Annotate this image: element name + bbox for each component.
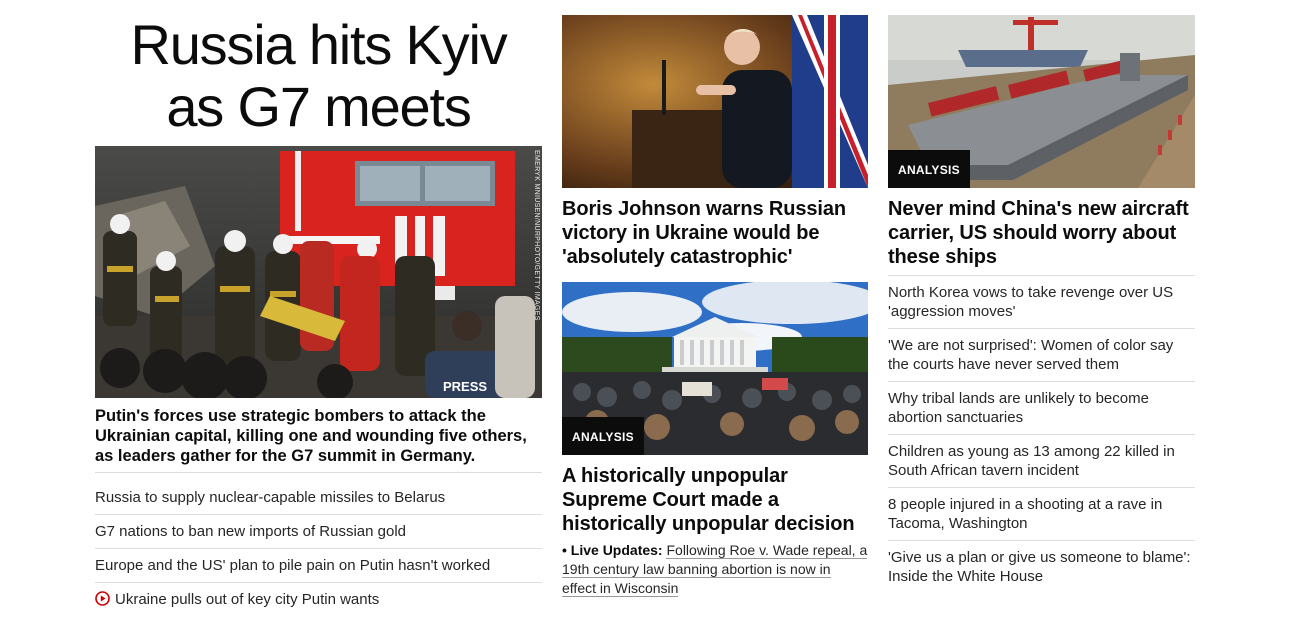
supreme-court-card: ANALYSIS A historically unpopular Suprem… [562,282,868,598]
photo-credit: EMERYK MNIUSEN/NURPHOTO/GETTY IMAGES [533,150,540,321]
aircraft-carrier-photo[interactable]: ANALYSIS [888,15,1195,188]
headline-link[interactable]: 8 people injured in a shooting at a rave… [888,488,1195,541]
live-updates-line[interactable]: • Live Updates: Following Roe v. Wade re… [562,541,868,598]
right-column: ANALYSIS Never mind China's new aircraft… [888,15,1195,593]
headline-link-text[interactable]: 8 people injured in a shooting at a rave… [888,496,1162,532]
aircraft-carrier-headline[interactable]: Never mind China's new aircraft carrier,… [888,197,1195,276]
lead-headline[interactable]: Russia hits Kyiv as G7 meets [95,14,542,146]
headline-link[interactable]: Why tribal lands are unlikely to become … [888,382,1195,435]
boris-johnson-photo[interactable] [562,15,868,188]
headline-link-text[interactable]: Why tribal lands are unlikely to become … [888,390,1149,426]
related-link[interactable]: Europe and the US' plan to pile pain on … [95,549,542,583]
related-link-text[interactable]: Europe and the US' plan to pile pain on … [95,557,490,574]
headline-link-text[interactable]: 'Give us a plan or give us someone to bl… [888,549,1191,585]
middle-column: Boris Johnson warns Russian victory in U… [562,15,868,598]
related-links: Russia to supply nuclear-capable missile… [95,481,542,618]
live-updates-label: • Live Updates: [562,542,663,558]
supreme-court-headline[interactable]: A historically unpopular Supreme Court m… [562,464,868,536]
headline-link[interactable]: 'We are not surprised': Women of color s… [888,329,1195,382]
headline-link-text[interactable]: 'We are not surprised': Women of color s… [888,337,1173,373]
svg-text:PRESS: PRESS [443,379,487,394]
related-link[interactable]: Russia to supply nuclear-capable missile… [95,481,542,515]
related-link[interactable]: G7 nations to ban new imports of Russian… [95,515,542,549]
boris-johnson-headline[interactable]: Boris Johnson warns Russian victory in U… [562,197,868,269]
related-link-text[interactable]: Russia to supply nuclear-capable missile… [95,489,445,506]
lead-story: Russia hits Kyiv as G7 meets PRESS EMERY… [95,14,542,618]
lead-summary[interactable]: Putin's forces use strategic bombers to … [95,406,542,473]
headline-link[interactable]: Children as young as 13 among 22 killed … [888,435,1195,488]
related-link-text[interactable]: G7 nations to ban new imports of Russian… [95,523,406,540]
related-link-video[interactable]: Ukraine pulls out of key city Putin want… [95,583,542,618]
related-link-text[interactable]: Ukraine pulls out of key city Putin want… [115,591,379,608]
headline-link[interactable]: North Korea vows to take revenge over US… [888,276,1195,329]
headline-link-text[interactable]: North Korea vows to take revenge over US… [888,284,1173,320]
right-links: North Korea vows to take revenge over US… [888,276,1195,593]
play-video-icon [95,591,110,611]
headline-link-text[interactable]: Children as young as 13 among 22 killed … [888,443,1175,479]
kyiv-rescue-photo[interactable]: PRESS EMERYK MNIUSEN/NURPHOTO/GETTY IMAG… [95,146,542,398]
headline-link[interactable]: 'Give us a plan or give us someone to bl… [888,541,1195,593]
analysis-badge: ANALYSIS [562,417,644,455]
supreme-court-photo[interactable]: ANALYSIS [562,282,868,455]
analysis-badge: ANALYSIS [888,150,970,188]
